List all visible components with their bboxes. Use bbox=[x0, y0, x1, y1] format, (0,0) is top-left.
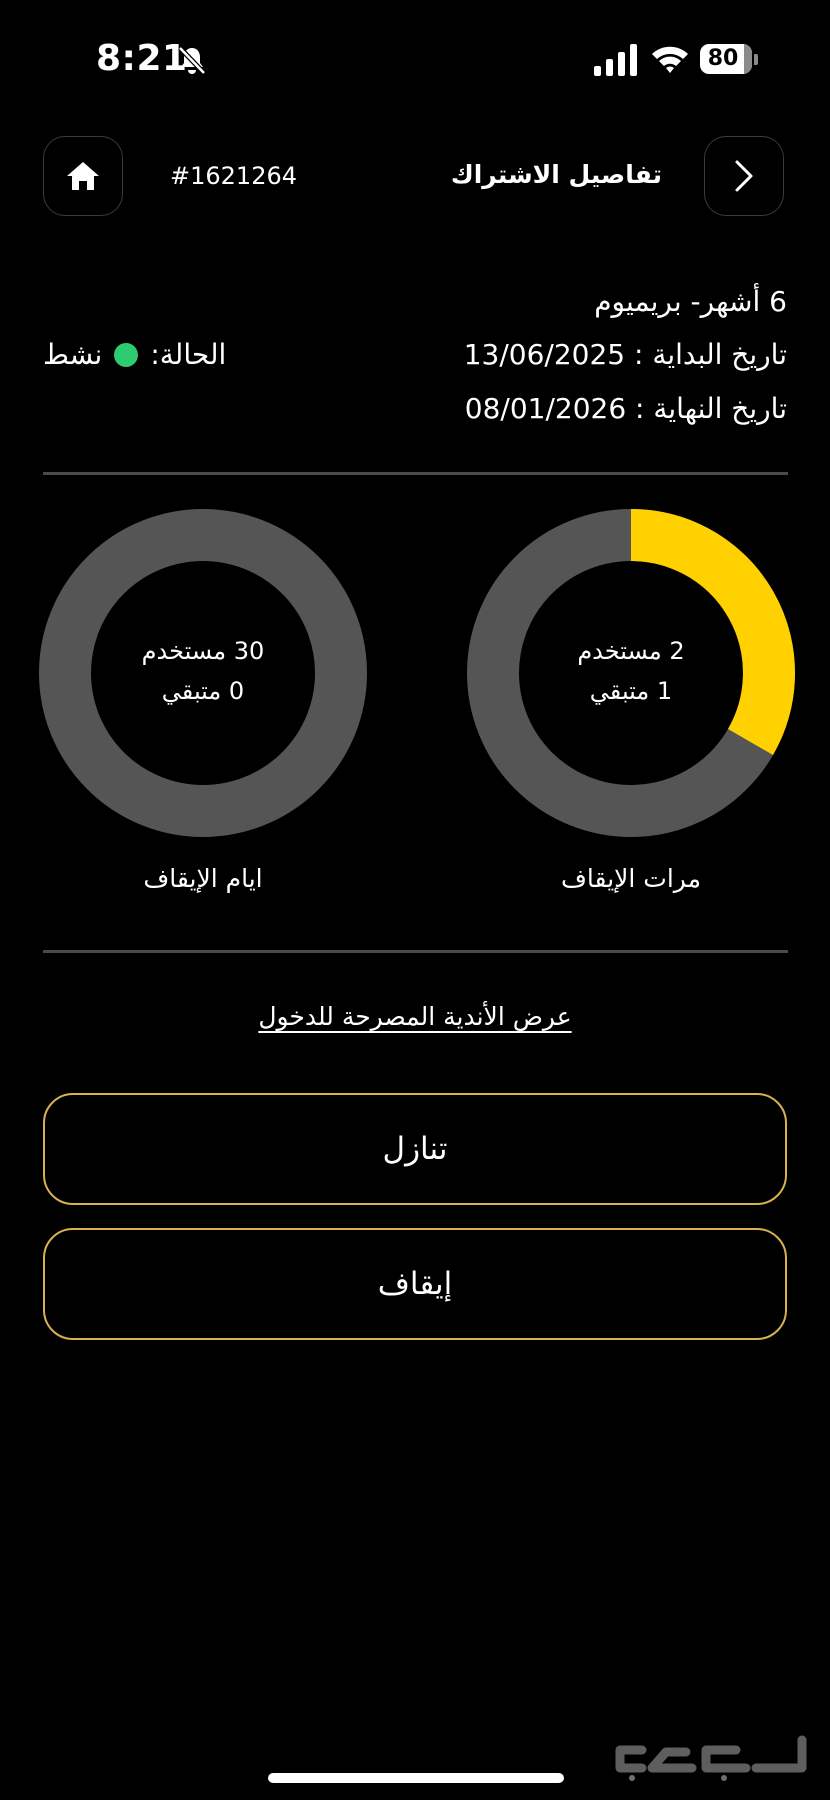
haraj-watermark-logo bbox=[615, 1735, 807, 1781]
silent-bell-icon bbox=[178, 46, 206, 75]
freeze-count-remaining: 1 متبقي bbox=[589, 677, 673, 705]
wifi-icon bbox=[652, 46, 688, 73]
chevron-right-icon bbox=[735, 160, 753, 192]
end-date-label: تاريخ النهاية : bbox=[635, 392, 787, 425]
subscription-id: #1621264 bbox=[170, 162, 297, 190]
status-dot bbox=[114, 342, 139, 367]
end-date-value: 08/01/2026 bbox=[464, 392, 627, 425]
divider bbox=[43, 950, 788, 953]
freeze-days-text: 30 مستخدم 0 متبقي bbox=[38, 631, 368, 711]
freeze-days-remaining: 0 متبقي bbox=[161, 677, 245, 705]
start-date-row: تاريخ البداية : 13/06/2025 bbox=[464, 338, 787, 371]
page-title: تفاصيل الاشتراك bbox=[450, 160, 662, 189]
back-button[interactable] bbox=[704, 136, 784, 216]
status-label: الحالة: bbox=[150, 338, 227, 371]
end-date-row: تاريخ النهاية : 08/01/2026 bbox=[465, 392, 787, 425]
freeze-count-label: مرات الإيقاف bbox=[561, 864, 701, 893]
freeze-count-used: 2 مستخدم bbox=[577, 637, 685, 665]
battery-level: 80 bbox=[707, 46, 739, 71]
home-button[interactable] bbox=[43, 136, 123, 216]
status-row: الحالة: نشط bbox=[43, 338, 226, 371]
cellular-signal-icon bbox=[594, 44, 637, 76]
home-indicator[interactable] bbox=[268, 1773, 564, 1783]
status-time: 8:21 bbox=[96, 38, 188, 79]
start-date-label: تاريخ البداية : bbox=[634, 338, 787, 371]
divider bbox=[43, 472, 788, 475]
battery-indicator: 80 bbox=[700, 44, 758, 76]
freeze-days-label: ايام الإيقاف bbox=[143, 864, 263, 893]
transfer-button[interactable]: تنازل bbox=[43, 1093, 787, 1205]
plan-name: 6 أشهر- بريميوم bbox=[594, 285, 787, 318]
freeze-count-text: 2 مستخدم 1 متبقي bbox=[466, 631, 796, 711]
start-date-value: 13/06/2025 bbox=[463, 338, 626, 371]
freeze-button[interactable]: إيقاف bbox=[43, 1228, 787, 1340]
allowed-clubs-link[interactable]: عرض الأندية المصرحة للدخول bbox=[0, 1002, 830, 1031]
home-icon bbox=[67, 162, 99, 190]
freeze-days-used: 30 مستخدم bbox=[141, 637, 265, 665]
status-value: نشط bbox=[43, 338, 103, 371]
